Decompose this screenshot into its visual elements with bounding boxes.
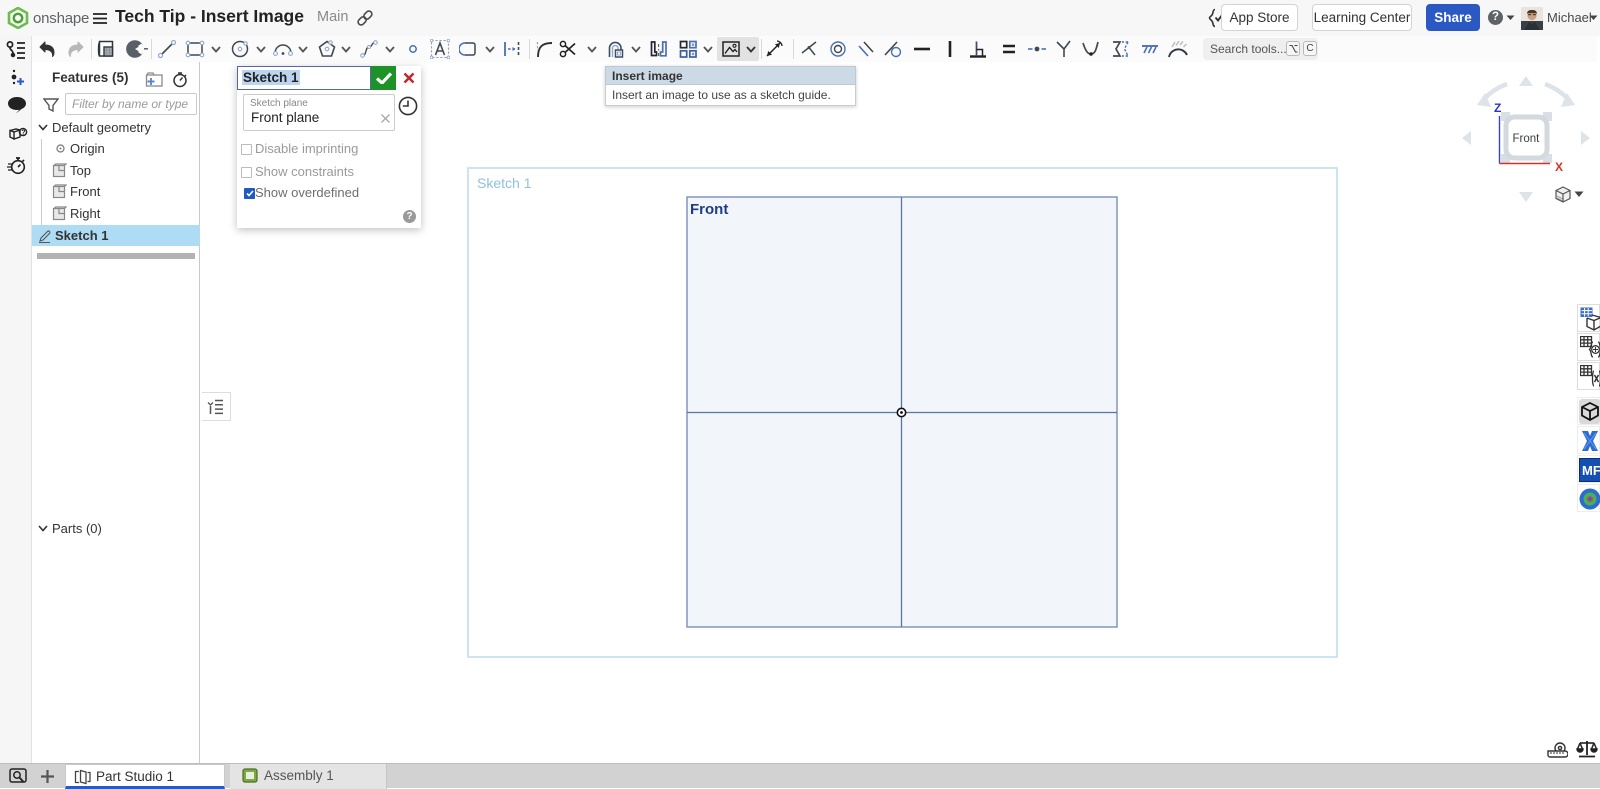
svg-text:Z: Z	[1494, 101, 1501, 115]
svg-text:X: X	[1555, 160, 1563, 174]
svg-text:Front: Front	[1513, 133, 1541, 145]
svg-text:?: ?	[21, 129, 25, 136]
svg-text:Sketch 1: Sketch 1	[477, 175, 532, 191]
svg-text:Front: Front	[690, 201, 728, 218]
